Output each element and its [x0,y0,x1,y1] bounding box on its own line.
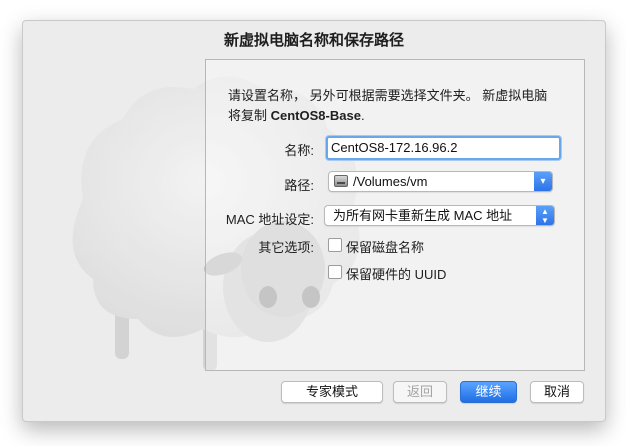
path-value: /Volumes/vm [353,174,428,189]
path-popup[interactable]: /Volumes/vm ▾ [328,171,553,192]
other-options-label: 其它选项: [258,240,314,255]
settings-panel: 请设置名称， 另外可根据需要选择文件夹。 新虚拟电脑 将复制 CentOS8-B… [205,59,585,371]
name-label: 名称: [284,143,314,158]
back-button[interactable]: 返回 [393,381,447,403]
expert-mode-button[interactable]: 专家模式 [281,381,383,403]
hard-disk-icon [334,175,348,187]
description-line1: 请设置名称， 另外可根据需要选择文件夹。 新虚拟电脑 [228,88,548,103]
description-source: CentOS8-Base [270,108,361,123]
mac-value: 为所有网卡重新生成 MAC 地址 [333,208,513,223]
keep-uuid-label: 保留硬件的 UUID [346,267,447,282]
keep-uuid-checkbox[interactable] [328,265,342,279]
dialog-window: 新虚拟电脑名称和保存路径 请设置名称， 另外可根据需要选择文件夹。 新虚拟电脑 … [22,20,606,422]
description-prefix: 将复制 [228,108,271,123]
up-down-stepper-icon: ▲ ▼ [536,206,554,225]
dialog-description: 请设置名称， 另外可根据需要选择文件夹。 新虚拟电脑 将复制 CentOS8-B… [228,86,568,126]
path-label: 路径: [284,178,314,193]
continue-button[interactable]: 继续 [460,381,517,403]
mac-label: MAC 地址设定: [225,212,314,227]
name-input[interactable]: CentOS8-172.16.96.2 [326,136,561,160]
description-suffix: . [360,108,365,123]
dialog-title: 新虚拟电脑名称和保存路径 [223,32,404,49]
keep-disk-names-label: 保留磁盘名称 [346,240,425,255]
keep-disk-names-checkbox[interactable] [328,238,342,252]
mac-popup[interactable]: 为所有网卡重新生成 MAC 地址 ▲ ▼ [324,205,555,226]
cancel-button[interactable]: 取消 [530,381,584,403]
chevron-down-icon: ▾ [534,172,552,191]
